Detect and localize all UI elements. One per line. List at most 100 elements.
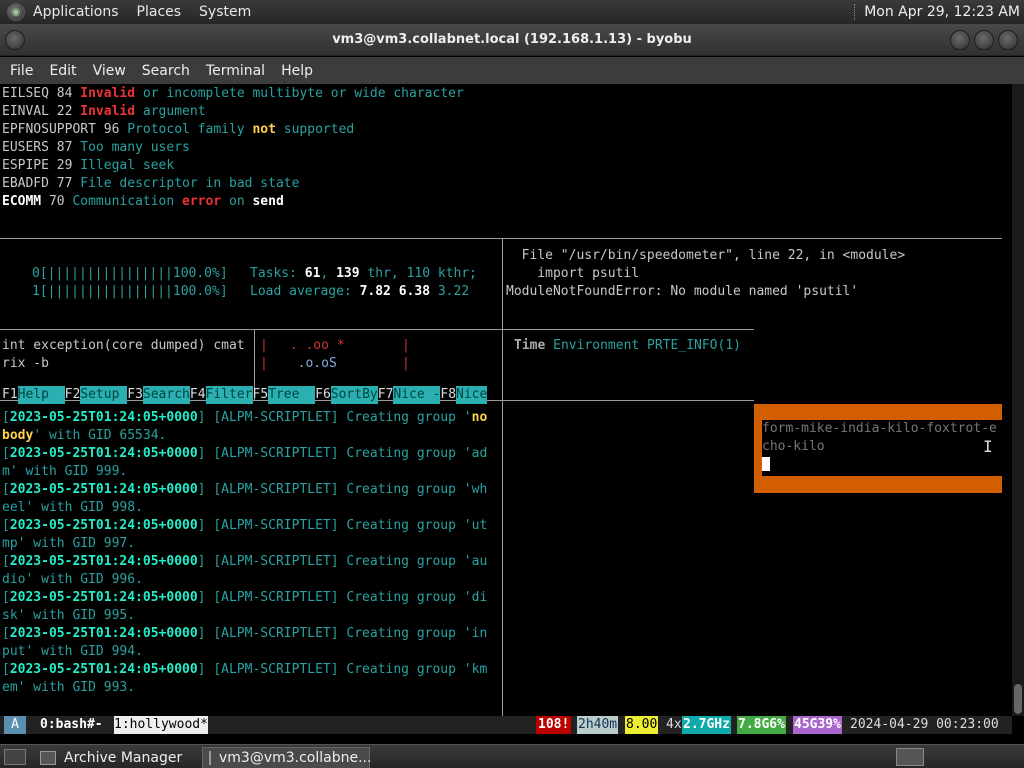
htop-cpu0-meter: 0[||||||||||||||||100.0%]	[32, 266, 228, 281]
cpu-count: 4x	[666, 717, 682, 732]
window-titlebar[interactable]: vm3@vm3.collabnet.local (192.168.1.13) -…	[0, 24, 1024, 56]
menu-help[interactable]: Help	[281, 63, 313, 79]
log-line: [2023-05-25T01:24:05+0000] [ALPM-SCRIPTL…	[2, 482, 488, 497]
htop-function-keys: F1 Help F2 Setup F3 Search F4 Filter F5 Tree …	[2, 386, 488, 404]
htop-key-nice-minus[interactable]: Nice -	[393, 386, 441, 404]
traceback-line: File "/usr/bin/speedometer", line 22, in…	[506, 248, 906, 263]
log-line-wrap: body' with GID 65534.	[2, 428, 167, 443]
htop-key-nice[interactable]: Nice	[456, 386, 488, 404]
menu-search[interactable]: Search	[142, 63, 190, 79]
log-line: [2023-05-25T01:24:05+0000] [ALPM-SCRIPTL…	[2, 554, 488, 569]
errno-line: EINVAL 22 Invalid argument	[2, 104, 206, 119]
menu-terminal[interactable]: Terminal	[206, 63, 265, 79]
cpu-frequency: 2.7GHz	[682, 716, 731, 734]
ascii-border: |	[260, 338, 268, 353]
log-line-wrap: sk' with GID 995.	[2, 608, 136, 623]
htop-key-help[interactable]: Help	[17, 386, 65, 404]
panel-separator	[854, 4, 856, 20]
byobu-status-bar: A 0:bash#- 1:hollywood* 108! 2h40m 8.00 …	[0, 716, 1012, 734]
menu-applications[interactable]: Applications	[33, 4, 119, 20]
log-line-wrap: put' with GID 994.	[2, 644, 143, 659]
htop-load-average: Load average: 7.82 6.38 3.22	[250, 284, 470, 299]
task-label: Archive Manager	[64, 750, 183, 766]
ascii-border: |	[402, 356, 410, 371]
load-average: 8.00	[625, 716, 659, 734]
errno-line: EILSEQ 84 Invalid or incomplete multibyt…	[2, 86, 464, 101]
task-terminal[interactable]: vm3@vm3.collabne...	[202, 747, 372, 768]
cmatrix-text: int exception(core dumped) cmat	[2, 338, 245, 353]
maximize-button[interactable]	[974, 30, 994, 50]
uptime: 2h40m	[577, 716, 619, 734]
window-title: vm3@vm3.collabnet.local (192.168.1.13) -…	[332, 32, 692, 47]
manpage-header: Time Environment PRTE_INFO(1)	[514, 338, 741, 353]
menu-view[interactable]: View	[93, 63, 126, 79]
menu-file[interactable]: File	[10, 63, 33, 79]
traceback-line: import psutil	[506, 266, 640, 281]
disk-usage: 45G39%	[793, 716, 842, 734]
log-line: [2023-05-25T01:24:05+0000] [ALPM-SCRIPTL…	[2, 626, 488, 641]
log-line-wrap: eel' with GID 998.	[2, 500, 143, 515]
log-line: [2023-05-25T01:24:05+0000] [ALPM-SCRIPTL…	[2, 446, 488, 461]
pane-divider	[0, 238, 1002, 239]
htop-key-filter[interactable]: Filter	[205, 386, 253, 404]
log-line-wrap: em' with GID 993.	[2, 680, 136, 695]
errno-line: ECOMM 70 Communication error on send	[2, 194, 284, 209]
htop-key-sortby[interactable]: SortBy	[330, 386, 378, 404]
log-line: [2023-05-25T01:24:05+0000] [ALPM-SCRIPTL…	[2, 662, 488, 677]
log-line: [2023-05-25T01:24:05+0000] [ALPM-SCRIPTL…	[2, 518, 488, 533]
ascii-art: . .oo *	[282, 338, 345, 353]
ascii-border: |	[402, 338, 410, 353]
panel-clock[interactable]: Mon Apr 29, 12:23 AM	[864, 4, 1020, 20]
pane-divider	[502, 238, 503, 716]
orange-popup: form-mike-india-kilo-foxtrot-e cho-kilo	[754, 404, 1002, 493]
task-label: vm3@vm3.collabne...	[219, 750, 372, 766]
terminal-area[interactable]: EILSEQ 84 Invalid or incomplete multibyt…	[0, 84, 1012, 716]
workspace-switcher-icon[interactable]	[896, 748, 924, 766]
htop-tasks: Tasks: 61, 139 thr, 110 kthr;	[250, 266, 478, 281]
show-desktop-icon[interactable]	[4, 749, 26, 765]
htop-cpu1-meter: 1[||||||||||||||||100.0%]	[32, 284, 228, 299]
errno-line: EPFNOSUPPORT 96 Protocol family not supp…	[2, 122, 355, 137]
ascii-border: |	[260, 356, 268, 371]
menu-places[interactable]: Places	[137, 4, 182, 20]
distro-logo-icon[interactable]: ◉	[7, 3, 25, 21]
ascii-art: .o.oS	[282, 356, 337, 371]
archive-manager-icon	[40, 751, 56, 765]
popup-text-line: form-mike-india-kilo-foxtrot-e	[762, 421, 997, 436]
ibeam-cursor-icon: I	[983, 437, 993, 456]
memory-usage: 7.8G6%	[737, 716, 786, 734]
terminal-icon	[209, 751, 211, 765]
log-line: [2023-05-25T01:24:05+0000] [ALPM-SCRIPTL…	[2, 590, 488, 605]
window-tab-hollywood[interactable]: 1:hollywood*	[114, 716, 208, 734]
system-top-panel: ◉ Applications Places System Mon Apr 29,…	[0, 0, 1024, 24]
pane-divider	[0, 329, 754, 330]
log-line-wrap: mp' with GID 997.	[2, 536, 136, 551]
bottom-taskbar: Archive Manager vm3@vm3.collabne...	[0, 744, 1024, 768]
terminal-scrollbar[interactable]	[1012, 84, 1024, 716]
byobu-logo: A	[4, 716, 26, 734]
menu-system[interactable]: System	[199, 4, 251, 20]
updates-available: 108!	[536, 716, 572, 734]
traceback-error: ModuleNotFoundError: No module named 'ps…	[506, 284, 859, 299]
window-tab-bash[interactable]: 0:bash#-	[40, 716, 103, 734]
htop-key-search[interactable]: Search	[142, 386, 190, 404]
scrollbar-thumb[interactable]	[1014, 684, 1022, 714]
popup-text-area[interactable]: form-mike-india-kilo-foxtrot-e cho-kilo	[762, 420, 1002, 476]
errno-line: EUSERS 87 Too many users	[2, 140, 190, 155]
log-line-wrap: dio' with GID 996.	[2, 572, 143, 587]
status-datetime: 2024-04-29 00:23:00	[850, 717, 999, 732]
task-archive-manager[interactable]: Archive Manager	[40, 747, 198, 768]
log-line: [2023-05-25T01:24:05+0000] [ALPM-SCRIPTL…	[2, 410, 488, 425]
errno-line: EBADFD 77 File descriptor in bad state	[2, 176, 300, 191]
cmatrix-text: rix -b	[2, 356, 49, 371]
htop-key-setup[interactable]: Setup	[80, 386, 128, 404]
log-line-wrap: m' with GID 999.	[2, 464, 128, 479]
terminal-menubar: File Edit View Search Terminal Help	[0, 57, 1024, 84]
errno-line: ESPIPE 29 Illegal seek	[2, 158, 175, 173]
menu-edit[interactable]: Edit	[49, 63, 76, 79]
minimize-button[interactable]	[950, 30, 970, 50]
htop-key-tree[interactable]: Tree	[268, 386, 316, 404]
popup-text-line: cho-kilo	[762, 439, 825, 454]
close-button[interactable]	[998, 30, 1018, 50]
text-cursor	[762, 457, 770, 471]
